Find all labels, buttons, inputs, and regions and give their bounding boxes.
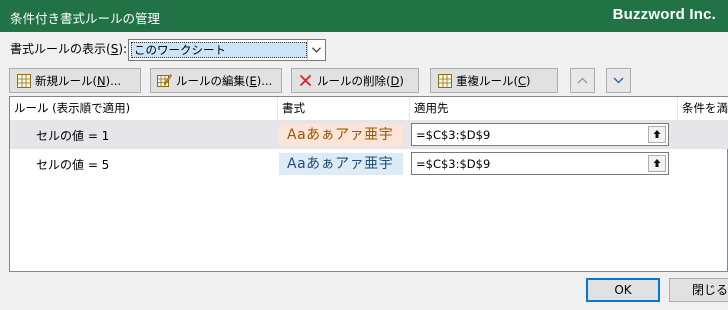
- range-collapse-button[interactable]: [648, 155, 666, 172]
- duplicate-rule-after: ): [526, 73, 531, 88]
- rules-grid: ルール (表示順で適用) 書式 適用先 条件を満 セルの値 = 1 Aaあぁアァ…: [9, 96, 728, 272]
- show-rules-select[interactable]: このワークシート: [128, 39, 326, 61]
- grid-header: ルール (表示順で適用) 書式 適用先 条件を満: [10, 97, 728, 121]
- rule-description: セルの値 = 5: [36, 158, 110, 172]
- rule-description: セルの値 = 1: [36, 129, 110, 143]
- move-up-button[interactable]: [570, 68, 595, 93]
- new-rule-key: N: [97, 73, 106, 88]
- delete-rule-label: ルールの削除(D): [317, 73, 404, 89]
- delete-rule-text: ルールの削除(: [317, 73, 391, 88]
- chevron-down-icon: [613, 77, 624, 84]
- column-header-applies-to[interactable]: 適用先: [410, 97, 678, 121]
- column-header-stop-if-true[interactable]: 条件を満: [678, 97, 728, 121]
- collapse-range-icon: [653, 130, 661, 138]
- edit-rule-icon: [157, 73, 172, 88]
- duplicate-rule-label: 重複ルール(C): [456, 73, 531, 89]
- title-bar: 条件付き書式ルールの管理 Buzzword Inc.: [0, 0, 728, 32]
- applies-to-value: =$C$3:$D$9: [416, 128, 491, 142]
- duplicate-rule-text: 重複ルール(: [456, 73, 518, 88]
- applies-to-field[interactable]: =$C$3:$D$9: [411, 123, 669, 146]
- column-header-format[interactable]: 書式: [278, 97, 410, 121]
- rule-toolbar: 新規ルール(N)... ルールの編集(E)... ルールの削除(D) 重複ルール…: [9, 66, 728, 96]
- window-title: 条件付き書式ルールの管理: [10, 11, 161, 26]
- show-rules-label-prefix: 書式ルールの表示(: [10, 42, 111, 56]
- edit-rule-button[interactable]: ルールの編集(E)...: [150, 68, 282, 93]
- column-header-rule[interactable]: ルール (表示順で適用): [10, 97, 278, 121]
- format-preview: Aaあぁアァ亜宇: [279, 153, 403, 175]
- edit-rule-label: ルールの編集(E)...: [176, 73, 272, 89]
- duplicate-rule-button[interactable]: 重複ルール(C): [430, 68, 558, 93]
- duplicate-rule-key: C: [518, 73, 527, 88]
- new-rule-label: 新規ルール(N)...: [35, 73, 121, 89]
- delete-rule-after: ): [399, 73, 404, 88]
- applies-to-field[interactable]: =$C$3:$D$9: [411, 152, 669, 175]
- edit-rule-key: E: [249, 73, 257, 88]
- ok-button[interactable]: OK: [586, 278, 660, 302]
- move-down-button[interactable]: [606, 68, 631, 93]
- collapse-range-icon: [653, 159, 661, 167]
- new-rule-icon: [16, 73, 31, 88]
- show-rules-label: 書式ルールの表示(S):: [10, 40, 127, 57]
- format-preview: Aaあぁアァ亜宇: [279, 124, 403, 146]
- range-collapse-button[interactable]: [648, 126, 666, 143]
- chevron-up-icon: [577, 77, 588, 84]
- show-rules-label-suffix: ):: [118, 42, 128, 56]
- applies-to-value: =$C$3:$D$9: [416, 157, 491, 171]
- new-rule-after: )...: [105, 73, 122, 88]
- delete-rule-button[interactable]: ルールの削除(D): [291, 68, 419, 93]
- duplicate-rule-icon: [437, 73, 452, 88]
- brand-label: Buzzword Inc.: [612, 6, 716, 23]
- edit-rule-text: ルールの編集(: [176, 73, 250, 88]
- edit-rule-after: )...: [256, 73, 273, 88]
- show-rules-select-value: このワークシート: [131, 42, 307, 58]
- close-button[interactable]: 閉じる: [669, 278, 728, 302]
- new-rule-button[interactable]: 新規ルール(N)...: [9, 68, 141, 93]
- table-row[interactable]: セルの値 = 5 Aaあぁアァ亜宇 =$C$3:$D$9: [10, 150, 728, 178]
- chevron-down-icon[interactable]: [307, 40, 325, 60]
- table-row[interactable]: セルの値 = 1 Aaあぁアァ亜宇 =$C$3:$D$9: [10, 121, 728, 149]
- new-rule-text: 新規ルール(: [35, 73, 97, 88]
- delete-icon: [298, 73, 313, 88]
